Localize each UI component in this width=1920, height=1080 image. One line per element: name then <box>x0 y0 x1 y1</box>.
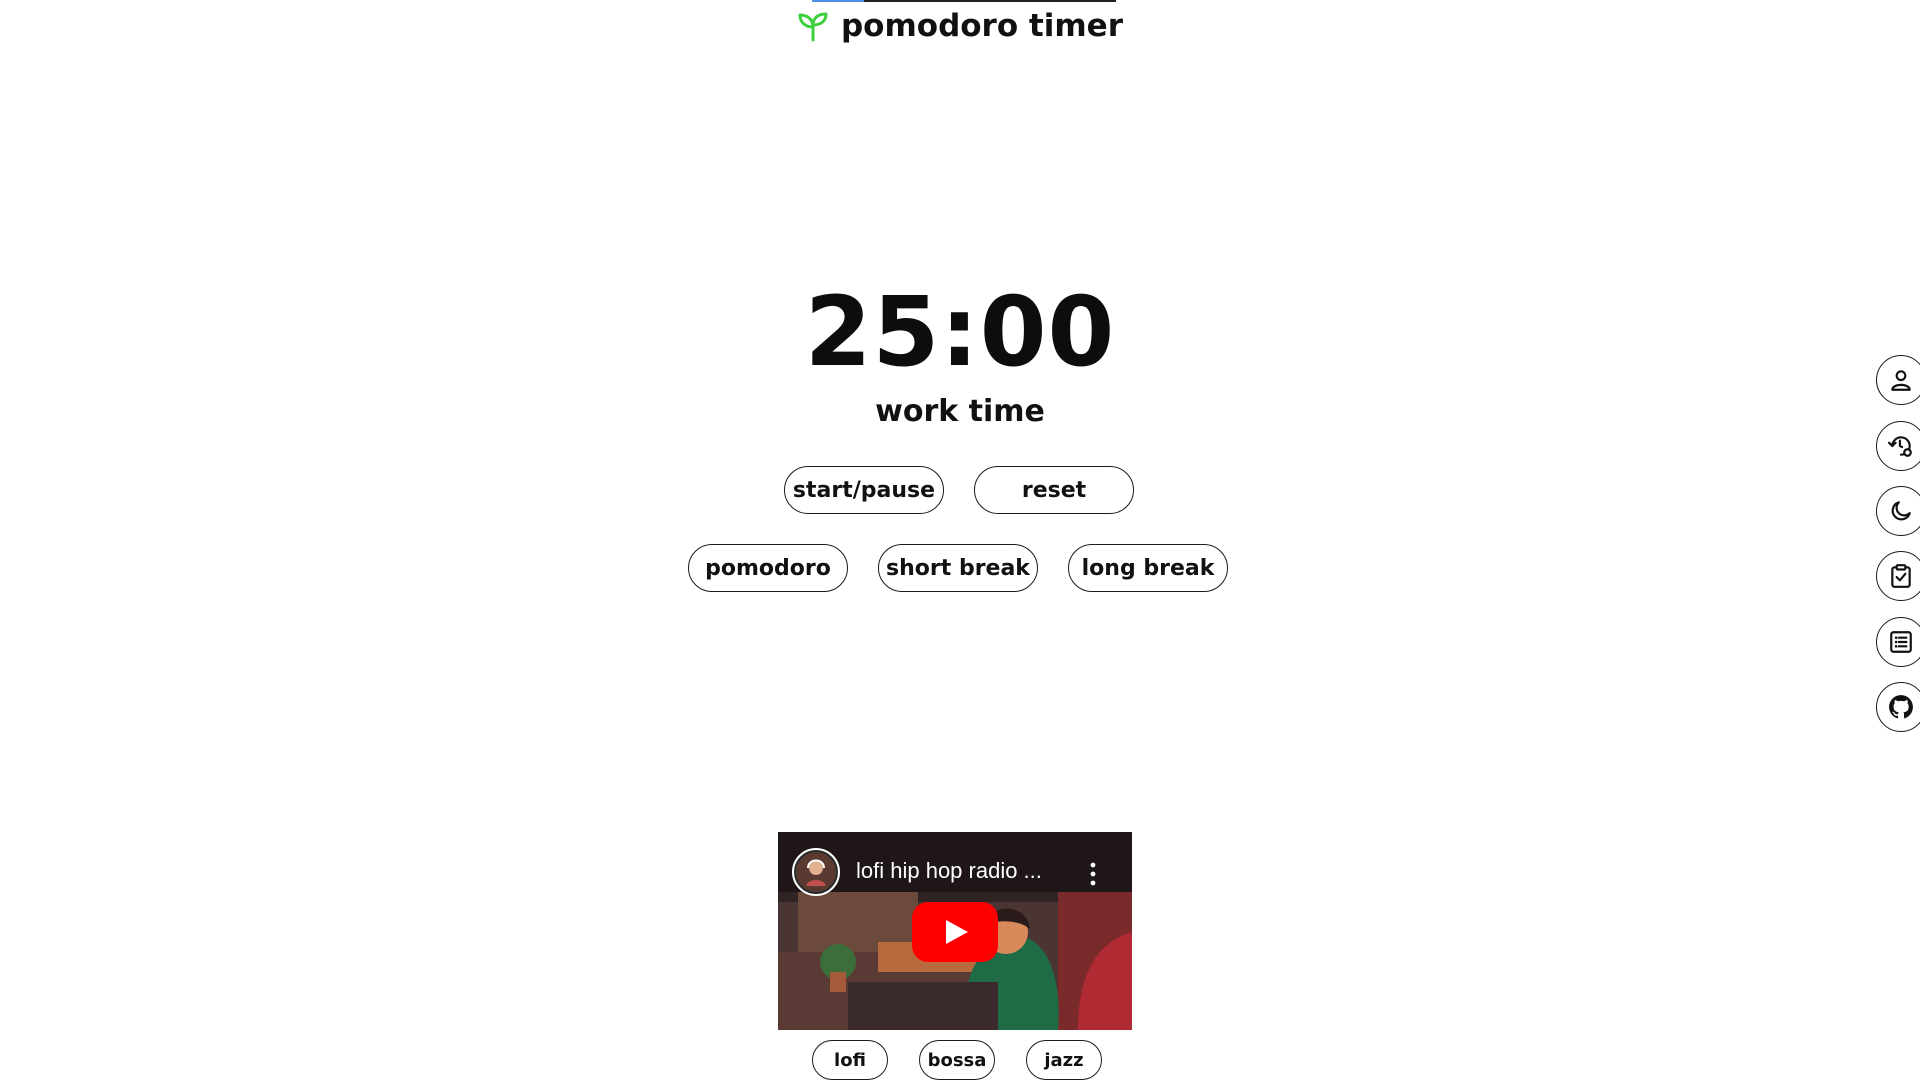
channel-avatar[interactable] <box>792 848 840 896</box>
reset-button[interactable]: reset <box>974 466 1134 514</box>
stats-list-button[interactable] <box>1876 617 1920 667</box>
github-link[interactable] <box>1876 682 1920 732</box>
app-root: pomodoro timer 25:00 work time start/pau… <box>0 0 1920 1080</box>
sprout-logo-icon <box>797 10 829 42</box>
clipboard-check-icon <box>1891 564 1911 588</box>
github-icon <box>1889 695 1913 719</box>
short-break-button[interactable]: short break <box>878 544 1038 592</box>
more-options-icon[interactable] <box>1090 862 1096 886</box>
profile-button[interactable] <box>1876 355 1920 405</box>
tasks-button[interactable] <box>1876 551 1920 601</box>
header: pomodoro timer <box>0 8 1920 44</box>
app-title: pomodoro timer <box>840 8 1123 44</box>
lofi-music-button[interactable]: lofi <box>812 1040 888 1080</box>
start-pause-button[interactable]: start/pause <box>784 466 944 514</box>
list-icon <box>1890 631 1912 653</box>
moon-icon <box>1891 501 1911 521</box>
youtube-video-embed[interactable]: lofi hip hop radio ... <box>778 832 1132 1030</box>
timer-settings-button[interactable] <box>1876 421 1920 471</box>
bossa-music-button[interactable]: bossa <box>919 1040 995 1080</box>
youtube-play-button-icon[interactable] <box>912 902 998 962</box>
long-break-button[interactable]: long break <box>1068 544 1228 592</box>
history-settings-icon <box>1888 436 1912 457</box>
mode-label: work time <box>875 394 1045 429</box>
session-progress-fill <box>812 0 864 2</box>
jazz-music-button[interactable]: jazz <box>1026 1040 1102 1080</box>
video-title[interactable]: lofi hip hop radio ... <box>856 858 1042 884</box>
session-progress-track <box>812 0 1116 2</box>
user-icon <box>1891 370 1911 391</box>
dark-mode-toggle[interactable] <box>1876 486 1920 536</box>
timer-display: 25:00 <box>804 276 1116 388</box>
pomodoro-mode-button[interactable]: pomodoro <box>688 544 848 592</box>
